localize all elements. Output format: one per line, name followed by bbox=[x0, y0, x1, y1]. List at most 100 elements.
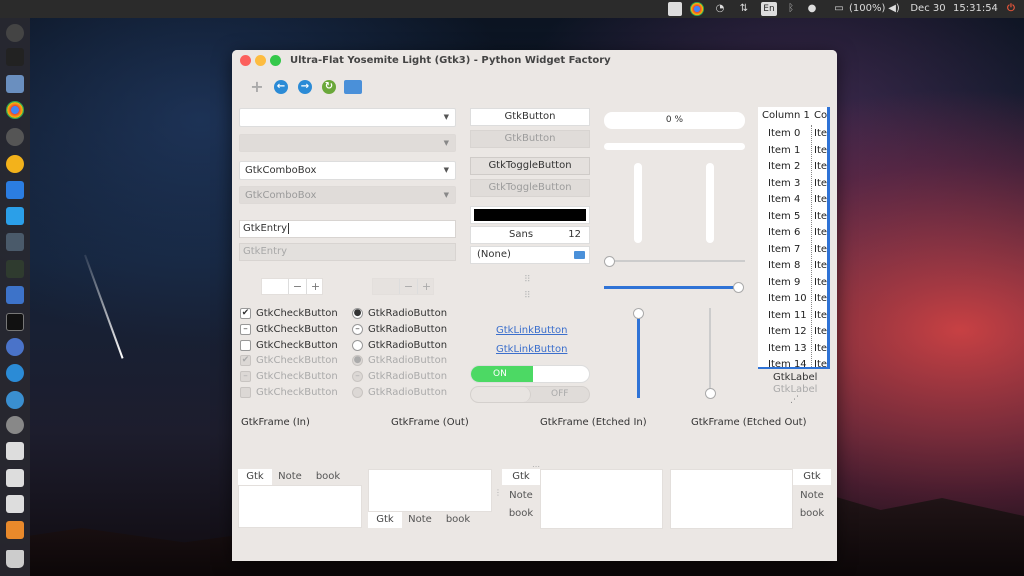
document2-icon[interactable] bbox=[6, 469, 24, 487]
column-header-2[interactable]: Co bbox=[814, 107, 827, 125]
vertical-slider-handle[interactable] bbox=[633, 308, 644, 319]
presentation-icon[interactable] bbox=[6, 521, 24, 539]
spin-button[interactable]: − + bbox=[261, 278, 323, 295]
document-icon[interactable] bbox=[6, 442, 24, 460]
terminal-icon[interactable] bbox=[6, 48, 24, 66]
back-icon[interactable]: ← bbox=[274, 80, 288, 94]
tree-row-item[interactable]: Item 8 bbox=[768, 258, 800, 274]
tab-note[interactable]: Note bbox=[793, 488, 831, 504]
chat-icon[interactable]: ● bbox=[805, 0, 819, 18]
column-header-1[interactable]: Column 1 bbox=[762, 107, 810, 125]
app-s-icon[interactable] bbox=[6, 128, 24, 146]
check-button-3[interactable]: GtkCheckButton bbox=[240, 340, 338, 352]
combo-box[interactable]: GtkComboBox ▼ bbox=[239, 161, 456, 180]
pane-handle-icon[interactable]: ⋮ bbox=[494, 488, 502, 497]
open-folder-icon[interactable] bbox=[344, 80, 362, 94]
tab-book[interactable]: book bbox=[438, 512, 478, 528]
dash-icon[interactable] bbox=[6, 24, 24, 42]
tree-view[interactable]: Column 1 Co Item 0 Ite Item 1 Ite Item 2 Ite I… bbox=[758, 107, 830, 367]
app-yellow-icon[interactable] bbox=[6, 155, 24, 173]
spin-plus-icon[interactable]: + bbox=[306, 279, 324, 294]
gear-icon[interactable] bbox=[6, 416, 24, 434]
date-label[interactable]: Dec 30 bbox=[910, 0, 946, 18]
maximize-icon[interactable] bbox=[270, 55, 281, 66]
vertical-slider-2-handle[interactable] bbox=[705, 388, 716, 399]
tree-row-item[interactable]: Item 1 bbox=[768, 143, 800, 159]
tab-book[interactable]: book bbox=[502, 506, 540, 522]
bluetooth-icon[interactable]: ᛒ bbox=[786, 0, 796, 18]
tree-row-item[interactable]: Item 3 bbox=[768, 176, 800, 192]
tree-row-item[interactable]: Item 6 bbox=[768, 225, 800, 241]
add-icon[interactable]: + bbox=[250, 79, 264, 95]
keyboard-layout-indicator[interactable]: En bbox=[761, 2, 777, 16]
text-entry[interactable]: GtkEntry bbox=[239, 220, 456, 238]
link-button-2[interactable]: GtkLinkButton bbox=[496, 344, 567, 355]
tab-gtk[interactable]: Gtk bbox=[793, 469, 831, 485]
tab-gtk[interactable]: Gtk bbox=[502, 469, 540, 485]
tab-note[interactable]: Note bbox=[272, 469, 308, 485]
tree-row-item[interactable]: Item 14 bbox=[768, 357, 807, 367]
radio-button-1[interactable]: ● GtkRadioButton bbox=[352, 308, 447, 320]
forward-icon[interactable]: → bbox=[298, 80, 312, 94]
trash-icon[interactable] bbox=[6, 550, 24, 568]
tab-note[interactable]: Note bbox=[502, 488, 540, 504]
font-button[interactable]: Sans 12 bbox=[470, 226, 590, 244]
tab-book[interactable]: book bbox=[793, 506, 831, 522]
files-icon[interactable] bbox=[6, 75, 24, 93]
toggle-button[interactable]: GtkToggleButton bbox=[470, 157, 590, 175]
clipboard-icon[interactable] bbox=[668, 2, 682, 16]
tree-row-item[interactable]: Item 12 bbox=[768, 324, 807, 340]
volume-icon[interactable]: ◀) bbox=[886, 0, 902, 18]
check-button-1[interactable]: ✔ GtkCheckButton bbox=[240, 308, 338, 320]
file-chooser-button[interactable]: (None) bbox=[470, 246, 590, 264]
system-monitor-icon[interactable] bbox=[6, 260, 24, 278]
power-icon[interactable]: ⏻ bbox=[1004, 0, 1018, 18]
minimize-icon[interactable] bbox=[255, 55, 266, 66]
tree-row-item[interactable]: Item 11 bbox=[768, 308, 807, 324]
tree-row-item[interactable]: Item 9 bbox=[768, 275, 800, 291]
media-icon[interactable] bbox=[6, 391, 24, 409]
checkbox-box: – bbox=[240, 324, 251, 335]
update-icon[interactable] bbox=[6, 207, 24, 225]
check-button-2[interactable]: – GtkCheckButton bbox=[240, 324, 338, 336]
gtk-button[interactable]: GtkButton bbox=[470, 108, 590, 126]
close-icon[interactable] bbox=[240, 55, 251, 66]
tab-book[interactable]: book bbox=[308, 469, 348, 485]
chrome-icon[interactable] bbox=[690, 2, 704, 16]
tree-row-item[interactable]: Item 7 bbox=[768, 242, 800, 258]
network-app-icon[interactable] bbox=[6, 364, 24, 382]
switch-on[interactable]: ON bbox=[470, 365, 590, 383]
download-icon[interactable] bbox=[6, 181, 24, 199]
tree-row-item[interactable]: Item 0 bbox=[768, 126, 800, 142]
combo-empty[interactable]: ▼ bbox=[239, 108, 456, 127]
tree-row-item[interactable]: Item 10 bbox=[768, 291, 807, 307]
tree-row-item[interactable]: Item 5 bbox=[768, 209, 800, 225]
network-arrows-icon[interactable]: ⇅ bbox=[736, 0, 752, 18]
sync-icon[interactable]: ◔ bbox=[713, 0, 727, 18]
entry-placeholder: GtkEntry bbox=[243, 246, 288, 257]
clock-label[interactable]: 15:31:54 bbox=[953, 0, 998, 18]
console-icon[interactable] bbox=[6, 313, 24, 331]
spin-minus-icon[interactable]: − bbox=[288, 279, 306, 294]
tree-row-item[interactable]: Item 4 bbox=[768, 192, 800, 208]
disk-icon[interactable] bbox=[6, 338, 24, 356]
refresh-icon[interactable]: ↻ bbox=[322, 80, 336, 94]
tab-gtk[interactable]: Gtk bbox=[368, 512, 402, 528]
battery-icon[interactable]: ▭ bbox=[829, 0, 849, 18]
radio-button-3[interactable]: GtkRadioButton bbox=[352, 340, 447, 352]
radio-button-2[interactable]: – GtkRadioButton bbox=[352, 324, 447, 336]
font-size: 12 bbox=[568, 229, 581, 240]
folder-icon[interactable] bbox=[6, 286, 24, 304]
drag-handle-icon[interactable]: ⠿ ⠿ bbox=[524, 276, 531, 301]
settings-tool-icon[interactable] bbox=[6, 233, 24, 251]
tree-row-item[interactable]: Item 2 bbox=[768, 159, 800, 175]
color-button[interactable] bbox=[470, 206, 590, 224]
chrome-launcher-icon[interactable] bbox=[6, 101, 24, 119]
horizontal-slider-2-handle[interactable] bbox=[733, 282, 744, 293]
tab-gtk[interactable]: Gtk bbox=[238, 469, 272, 485]
document3-icon[interactable] bbox=[6, 495, 24, 513]
horizontal-slider-handle[interactable] bbox=[604, 256, 615, 267]
tree-row-item[interactable]: Item 13 bbox=[768, 341, 807, 357]
link-button-1[interactable]: GtkLinkButton bbox=[496, 325, 567, 336]
tab-note[interactable]: Note bbox=[402, 512, 438, 528]
